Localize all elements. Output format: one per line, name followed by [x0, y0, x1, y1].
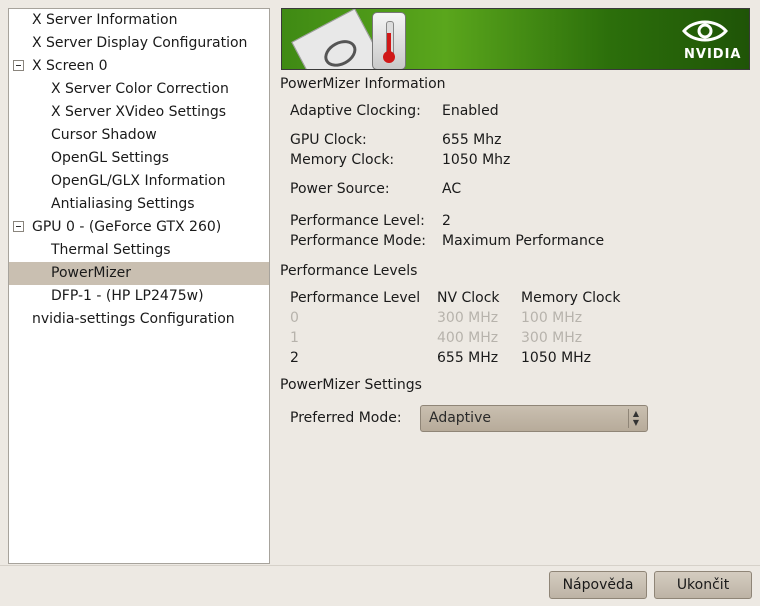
tree-item-x-server-display-configuration[interactable]: X Server Display Configuration — [9, 32, 269, 55]
adaptive-clocking-value: Enabled — [442, 103, 499, 119]
level-0-memory-clock: 100 MHz — [521, 310, 583, 326]
level-2-nv-clock: 655 MHz — [437, 350, 499, 366]
level-1-memory-clock: 300 MHz — [521, 330, 583, 346]
column-header-level: Performance Level — [290, 290, 421, 306]
tree-item-antialiasing-settings[interactable]: Antialiasing Settings — [9, 193, 269, 216]
preferred-mode-value: Adaptive — [429, 410, 491, 426]
tree-item-label: OpenGL/GLX Information — [51, 173, 226, 189]
tree-item-opengl-settings[interactable]: OpenGL Settings — [9, 147, 269, 170]
help-button[interactable]: Nápověda — [549, 571, 647, 599]
tree-item-label: Thermal Settings — [51, 242, 171, 258]
tree-item-x-server-color-correction[interactable]: X Server Color Correction — [9, 78, 269, 101]
tree-item-label: X Server XVideo Settings — [51, 104, 227, 120]
tree-item-label: Cursor Shadow — [51, 127, 157, 143]
gpu-clock-value: 655 Mhz — [442, 132, 502, 148]
tree-item-thermal-settings[interactable]: Thermal Settings — [9, 239, 269, 262]
powermizer-settings-title: PowerMizer Settings — [280, 377, 422, 393]
tree-item-label: OpenGL Settings — [51, 150, 169, 166]
tree-item-gpu-0-geforce-gtx-260[interactable]: GPU 0 - (GeForce GTX 260) — [9, 216, 269, 239]
tree-item-label: X Server Display Configuration — [32, 35, 248, 51]
nvidia-banner: NVIDIA — [281, 8, 750, 70]
thermometer-icon — [372, 12, 406, 69]
collapse-icon[interactable] — [13, 60, 24, 71]
power-source-label: Power Source: — [290, 181, 390, 197]
tree-item-label: nvidia-settings Configuration — [32, 311, 235, 327]
power-source-value: AC — [442, 181, 462, 197]
tree-item-x-screen-0[interactable]: X Screen 0 — [9, 55, 269, 78]
tree-item-label: Antialiasing Settings — [51, 196, 195, 212]
tree-item-label: GPU 0 - (GeForce GTX 260) — [32, 219, 222, 235]
column-header-memory-clock: Memory Clock — [521, 290, 621, 306]
tree-item-dfp-1-hp-lp2475w[interactable]: DFP-1 - (HP LP2475w) — [9, 285, 269, 308]
quit-button[interactable]: Ukončit — [654, 571, 752, 599]
memory-clock-label: Memory Clock: — [290, 152, 395, 168]
level-2-level: 2 — [290, 350, 299, 366]
memory-clock-value: 1050 Mhz — [442, 152, 511, 168]
powermizer-info-title: PowerMizer Information — [280, 76, 446, 92]
performance-level-value: 2 — [442, 213, 451, 229]
level-2-memory-clock: 1050 MHz — [521, 350, 592, 366]
collapse-icon[interactable] — [13, 221, 24, 232]
tree-item-label: DFP-1 - (HP LP2475w) — [51, 288, 204, 304]
performance-mode-value: Maximum Performance — [442, 233, 605, 249]
bottom-separator — [0, 565, 760, 566]
level-1-nv-clock: 400 MHz — [437, 330, 499, 346]
tree-item-label: X Screen 0 — [32, 58, 108, 74]
tree-item-nvidia-settings-configuration[interactable]: nvidia-settings Configuration — [9, 308, 269, 331]
level-0-nv-clock: 300 MHz — [437, 310, 499, 326]
preferred-mode-label: Preferred Mode: — [290, 410, 402, 426]
nvidia-logo-text: NVIDIA — [684, 47, 742, 62]
performance-level-label: Performance Level: — [290, 213, 425, 229]
level-0-level: 0 — [290, 310, 299, 326]
tree-item-opengl-glx-information[interactable]: OpenGL/GLX Information — [9, 170, 269, 193]
tree-item-label: X Server Color Correction — [51, 81, 229, 97]
gpu-clock-label: GPU Clock: — [290, 132, 367, 148]
column-header-nv-clock: NV Clock — [437, 290, 500, 306]
performance-mode-label: Performance Mode: — [290, 233, 427, 249]
tree-item-label: X Server Information — [32, 12, 178, 28]
adaptive-clocking-label: Adaptive Clocking: — [290, 103, 421, 119]
tree-item-label: PowerMizer — [51, 265, 132, 281]
performance-levels-title: Performance Levels — [280, 263, 418, 279]
nvidia-eye-icon — [682, 20, 728, 42]
tree-item-powermizer[interactable]: PowerMizer — [9, 262, 269, 285]
preferred-mode-dropdown[interactable]: Adaptive ▲ ▼ — [420, 405, 648, 432]
tree-item-x-server-xvideo-settings[interactable]: X Server XVideo Settings — [9, 101, 269, 124]
updown-arrow-icon: ▲ ▼ — [628, 409, 643, 428]
tree-item-x-server-information[interactable]: X Server Information — [9, 9, 269, 32]
level-1-level: 1 — [290, 330, 299, 346]
tree-item-cursor-shadow[interactable]: Cursor Shadow — [9, 124, 269, 147]
tree-panel: X Server Information X Server Display Con… — [8, 8, 270, 564]
